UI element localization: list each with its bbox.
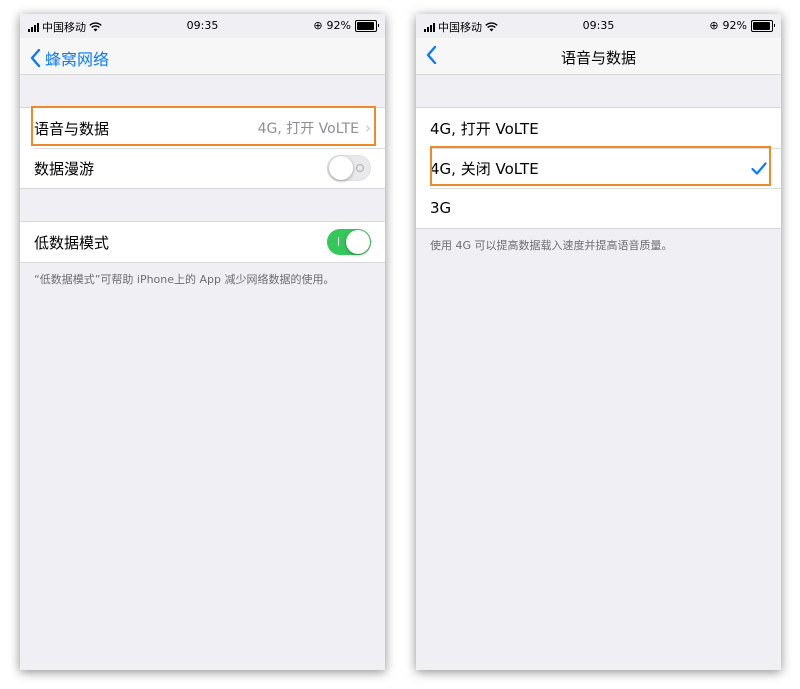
battery-icon	[355, 19, 379, 32]
option-3g[interactable]: 3G	[416, 188, 781, 228]
option-label: 3G	[430, 199, 452, 217]
data-roaming-toggle[interactable]	[327, 155, 371, 181]
nav-bar: 语音与数据	[416, 38, 781, 75]
status-bar: 中国移动 09:35 ⊕ 92%	[20, 14, 385, 38]
phone-screen-cellular: 中国移动 09:35 ⊕ 92% 蜂窝网络 语音与数据 4G, 打开 VoLTE…	[20, 14, 385, 670]
status-bar: 中国移动 09:35 ⊕ 92%	[416, 14, 781, 38]
battery-icon	[751, 19, 775, 32]
option-label: 4G, 打开 VoLTE	[430, 119, 539, 138]
orientation-lock-icon: ⊕	[709, 19, 719, 32]
settings-group-low-data: 低数据模式	[20, 221, 385, 263]
data-roaming-row: 数据漫游	[20, 148, 385, 188]
voice-data-row[interactable]: 语音与数据 4G, 打开 VoLTE ›	[20, 108, 385, 148]
battery-percent: 92%	[722, 19, 747, 32]
voice-data-value: 4G, 打开 VoLTE	[257, 121, 359, 137]
low-data-mode-label: 低数据模式	[34, 233, 110, 252]
low-data-mode-toggle[interactable]	[327, 229, 371, 255]
chevron-left-icon	[30, 49, 41, 67]
phone-screen-voice-data: 中国移动 09:35 ⊕ 92% 语音与数据 4G, 打开 VoLTE 4G, …	[416, 14, 781, 670]
option-label: 4G, 关闭 VoLTE	[430, 159, 539, 178]
page-title: 语音与数据	[560, 49, 636, 67]
battery-percent: 92%	[326, 19, 351, 32]
data-roaming-label: 数据漫游	[34, 159, 95, 178]
low-data-footnote: “低数据模式”可帮助 iPhone上的 App 减少网络数据的使用。	[34, 273, 335, 286]
back-label: 蜂窝网络	[45, 50, 110, 69]
option-4g-volte-on[interactable]: 4G, 打开 VoLTE	[416, 108, 781, 148]
voice-data-footnote: 使用 4G 可以提高数据载入速度并提高语音质量。	[430, 239, 673, 252]
back-button[interactable]: 蜂窝网络	[30, 46, 109, 70]
orientation-lock-icon: ⊕	[313, 19, 323, 32]
low-data-mode-row: 低数据模式	[20, 222, 385, 262]
voice-data-options: 4G, 打开 VoLTE 4G, 关闭 VoLTE 3G	[416, 107, 781, 229]
checkmark-icon	[751, 161, 767, 175]
chevron-right-icon: ›	[365, 119, 371, 137]
nav-bar: 蜂窝网络	[20, 38, 385, 75]
voice-data-label: 语音与数据	[34, 119, 110, 138]
option-4g-volte-off[interactable]: 4G, 关闭 VoLTE	[416, 148, 781, 188]
settings-group-voice: 语音与数据 4G, 打开 VoLTE › 数据漫游	[20, 107, 385, 189]
